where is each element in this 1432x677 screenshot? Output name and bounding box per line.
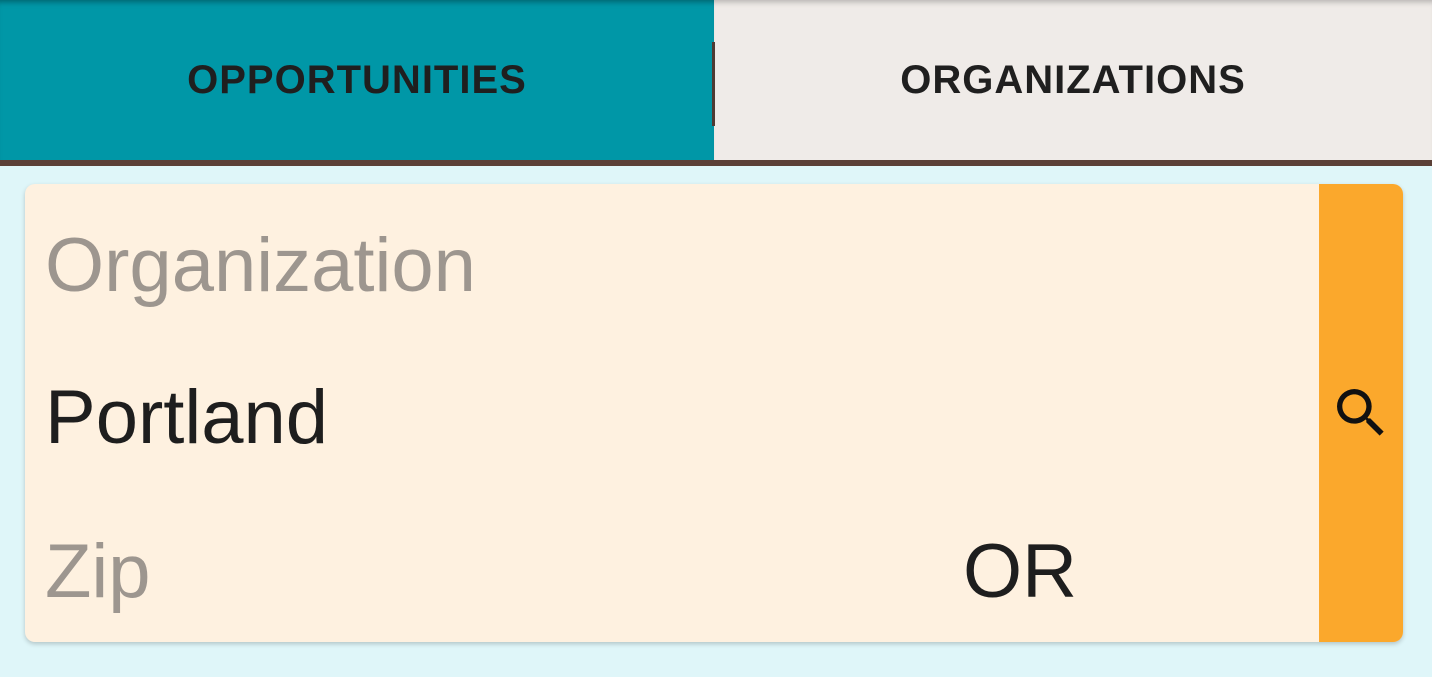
tab-organizations-label: ORGANIZATIONS xyxy=(900,57,1246,102)
state-input[interactable]: OR xyxy=(963,528,1077,615)
search-card: Organization Portland Zip OR xyxy=(25,184,1403,642)
zip-input[interactable]: Zip xyxy=(45,528,151,615)
city-input[interactable]: Portland xyxy=(45,374,328,461)
tab-opportunities-label: OPPORTUNITIES xyxy=(187,57,527,102)
tab-organizations[interactable]: ORGANIZATIONS xyxy=(714,0,1432,160)
tab-bar: OPPORTUNITIES ORGANIZATIONS xyxy=(0,0,1432,160)
tab-underline xyxy=(0,160,1432,166)
tab-divider xyxy=(712,42,715,126)
organization-input[interactable]: Organization xyxy=(45,222,476,309)
search-icon xyxy=(1337,389,1384,436)
tab-opportunities[interactable]: OPPORTUNITIES xyxy=(0,0,714,160)
search-button[interactable] xyxy=(1319,184,1403,642)
